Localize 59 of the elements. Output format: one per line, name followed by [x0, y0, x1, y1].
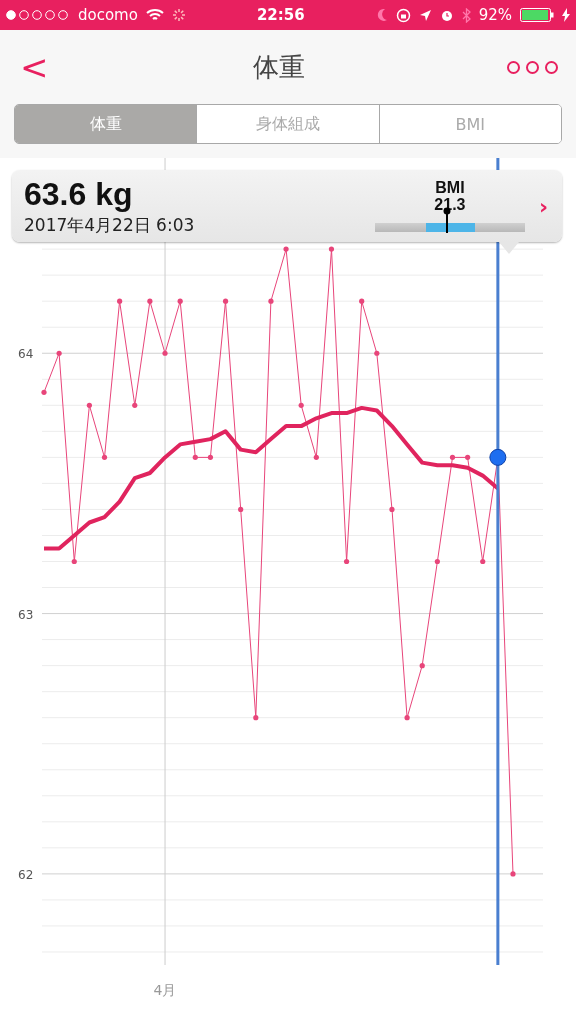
- data-point: [238, 506, 244, 513]
- detail-button[interactable]: ›: [538, 193, 548, 219]
- data-point: [465, 454, 471, 460]
- data-point: [328, 246, 335, 252]
- data-point: [86, 402, 92, 408]
- back-button[interactable]: <: [14, 50, 55, 84]
- charging-icon: [562, 8, 570, 22]
- data-point: [132, 402, 138, 408]
- data-point: [71, 558, 77, 565]
- cursor-marker[interactable]: [489, 158, 507, 965]
- loading-icon: [171, 8, 186, 22]
- data-point: [177, 298, 183, 304]
- data-point: [253, 715, 259, 721]
- data-point: [434, 558, 440, 565]
- data-point: [480, 558, 486, 565]
- data-point: [374, 350, 380, 356]
- x-axis-label: 4月: [153, 982, 177, 998]
- data-point: [117, 298, 123, 304]
- data-point: [298, 402, 304, 408]
- data-point: [41, 389, 47, 395]
- bmi-label: BMI: [435, 179, 465, 197]
- data-point: [389, 506, 395, 513]
- data-point: [344, 558, 350, 565]
- data-point: [268, 298, 274, 304]
- battery-percent: 92%: [478, 6, 512, 24]
- data-point: [283, 246, 289, 252]
- data-point: [449, 454, 456, 460]
- data-point: [162, 350, 168, 356]
- data-point: [510, 871, 516, 877]
- segment-tab[interactable]: 身体組成: [196, 105, 379, 143]
- data-point: [207, 454, 213, 460]
- alarm-icon: [439, 8, 454, 22]
- segment-tab[interactable]: BMI: [378, 105, 561, 143]
- battery-icon: [520, 8, 554, 22]
- y-axis-label: 63: [18, 607, 34, 622]
- segment-tab[interactable]: 体重: [15, 105, 197, 143]
- page-title: 体重: [251, 50, 306, 84]
- data-point: [192, 454, 198, 460]
- data-point: [359, 298, 365, 304]
- data-point: [56, 350, 62, 356]
- signal-icon: [6, 10, 70, 20]
- rotation-lock-icon: [395, 7, 411, 23]
- measurement-date: 2017年4月22日 6:03: [24, 213, 196, 237]
- bluetooth-icon: [461, 7, 471, 23]
- data-point: [222, 298, 229, 304]
- moon-icon: [375, 8, 388, 22]
- bmi-range: [425, 223, 476, 233]
- data-point: [147, 298, 153, 304]
- clock-time: 22:56: [256, 6, 305, 24]
- location-icon: [418, 8, 432, 22]
- y-axis-label: 62: [18, 867, 34, 882]
- carrier-name: docomo: [78, 6, 138, 24]
- data-point: [313, 454, 319, 460]
- data-point: [419, 663, 425, 669]
- data-point: [404, 715, 410, 721]
- weight-value: 63.6 kg: [24, 175, 134, 212]
- wifi-icon: [145, 8, 164, 22]
- data-point: [101, 454, 108, 460]
- y-axis-label: 64: [18, 347, 34, 362]
